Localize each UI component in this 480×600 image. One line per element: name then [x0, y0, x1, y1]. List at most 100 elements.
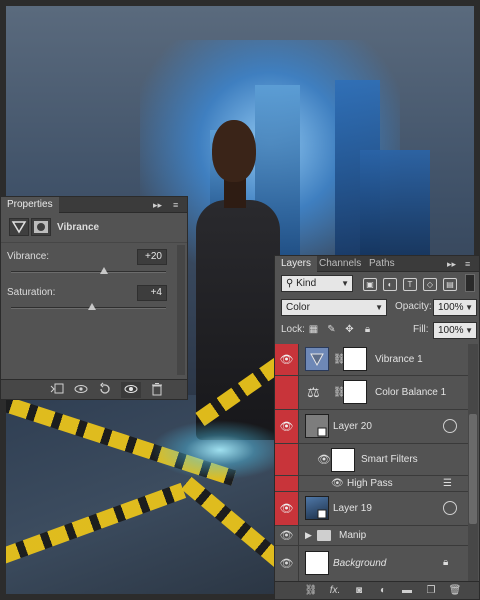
collapse-panel-icon[interactable]: ▸▸ [447, 256, 456, 272]
layer-mask-icon[interactable] [31, 218, 51, 236]
folder-icon [317, 530, 331, 541]
lock-all-icon[interactable]: 🔒︎ [361, 323, 374, 336]
lock-position-icon[interactable]: ✥ [343, 323, 356, 336]
layer-name: Smart Filters [361, 454, 418, 465]
layer-row-color-balance[interactable]: ⚖︎ ⛓︎ Color Balance 1 [275, 376, 469, 410]
layer-row-vibrance[interactable]: 👁︎ ⛓︎ Vibrance 1 [275, 344, 469, 376]
search-icon: ⚲ [286, 278, 297, 289]
eye-icon[interactable]: 👁︎ [275, 344, 299, 375]
saturation-label: Saturation: [7, 287, 56, 298]
lock-label: Lock: [281, 324, 305, 335]
chevron-down-icon: ▼ [375, 303, 383, 312]
layer-row-high-pass[interactable]: 👁︎ High Pass ☰ [275, 476, 469, 492]
tab-channels[interactable]: Channels [313, 256, 367, 272]
toggle-visibility-icon[interactable] [121, 382, 141, 398]
shape-filter-icon[interactable]: ◇ [423, 278, 437, 291]
clip-to-layer-icon[interactable] [47, 382, 67, 398]
adjustment-header: Vibrance [1, 213, 187, 243]
eye-icon[interactable]: 👁︎ [275, 546, 299, 581]
eye-icon[interactable]: 👁︎ [275, 492, 299, 525]
filter-mask-thumbnail[interactable] [331, 448, 355, 472]
layers-footer: ⛓︎ fx. ◙ ◐ ▬ ❐ 🗑︎ [275, 581, 479, 599]
reset-icon[interactable] [95, 382, 115, 398]
chevron-down-icon: ▼ [341, 279, 349, 288]
layer-row-layer-20[interactable]: 👁︎ Layer 20 [275, 410, 469, 444]
layer-row-layer-19[interactable]: 👁︎ Layer 19 [275, 492, 469, 526]
visibility-cell[interactable] [275, 376, 299, 409]
type-filter-icon[interactable]: T [403, 278, 417, 291]
blend-mode-value: Color [286, 302, 310, 313]
panel-menu-icon[interactable]: ≡ [465, 256, 470, 272]
mask-icon[interactable]: ◙ [349, 583, 369, 599]
expand-arrow-icon[interactable]: ▶ [305, 530, 312, 541]
fill-field[interactable]: 100% ▼ [433, 322, 477, 339]
vibrance-value-field[interactable]: +20 [137, 249, 167, 265]
tab-properties[interactable]: Properties [1, 197, 59, 213]
lock-image-pixels-icon[interactable]: ✎ [325, 323, 338, 336]
layer-filter-kind-select[interactable]: ⚲ Kind ▼ [281, 275, 353, 292]
saturation-slider-thumb[interactable] [87, 303, 96, 310]
background-thumbnail [305, 551, 329, 575]
filter-blending-options-icon[interactable]: ☰ [443, 478, 452, 489]
chevron-down-icon: ▼ [465, 326, 473, 335]
pixel-filter-icon[interactable]: ▣ [363, 278, 377, 291]
link-icon[interactable]: ⛓︎ [301, 583, 321, 599]
layer-row-background[interactable]: 👁︎ Background 🔒︎ [275, 546, 469, 582]
fx-icon[interactable]: fx. [325, 583, 345, 599]
smart-object-filter-icon[interactable]: ▤ [443, 278, 457, 291]
layers-panel: Layers Channels Paths ▸▸ ≡ ⚲ Kind ▼ ▣ ◐ … [274, 255, 480, 600]
layers-scrollbar[interactable] [468, 344, 478, 584]
layer-name: Background [333, 558, 387, 569]
layers-tabbar: Layers Channels Paths ▸▸ ≡ [275, 256, 479, 272]
opacity-value: 100% [438, 302, 464, 313]
trash-icon[interactable]: 🗑︎ [445, 583, 465, 599]
layer-name: Layer 19 [333, 503, 372, 514]
blend-mode-select[interactable]: Color ▼ [281, 299, 387, 316]
opacity-field[interactable]: 100% ▼ [433, 299, 477, 316]
new-layer-icon[interactable]: ❐ [421, 583, 441, 599]
opacity-label: Opacity: [395, 301, 432, 312]
layer-mask-thumbnail[interactable] [343, 380, 367, 404]
adjustment-icon[interactable]: ◐ [373, 583, 393, 599]
layers-scroll-thumb[interactable] [469, 414, 477, 524]
collapse-panel-icon[interactable]: ▸▸ [153, 197, 162, 213]
vibrance-label: Vibrance: [7, 251, 50, 262]
smart-object-thumbnail [305, 414, 329, 438]
eye-icon[interactable]: 👁︎ [275, 410, 299, 443]
view-previous-state-icon[interactable] [71, 382, 91, 398]
layer-name: Vibrance 1 [375, 354, 423, 365]
panel-menu-icon[interactable]: ≡ [173, 197, 178, 213]
adjustment-filter-icon[interactable]: ◐ [383, 278, 397, 291]
fill-label: Fill: [413, 324, 429, 335]
saturation-value-field[interactable]: +4 [137, 285, 167, 301]
folder-icon[interactable]: ▬ [397, 583, 417, 599]
tab-paths[interactable]: Paths [363, 256, 401, 272]
visibility-cell[interactable] [275, 444, 299, 475]
vibrance-slider-track[interactable] [11, 271, 166, 273]
smart-object-thumbnail [305, 496, 329, 520]
visibility-cell[interactable] [275, 476, 299, 491]
layer-name: Layer 20 [333, 421, 372, 432]
lock-icon: 🔒︎ [443, 557, 449, 568]
balance-scale-icon: ⚖︎ [307, 384, 320, 400]
properties-scrollbar[interactable] [177, 245, 185, 375]
vibrance-slider-thumb[interactable] [100, 267, 108, 274]
layer-row-smart-filters[interactable]: 👁︎ Smart Filters [275, 444, 469, 476]
smart-filter-badge-icon[interactable] [443, 501, 457, 515]
chevron-down-icon: ▼ [465, 303, 473, 312]
vibrance-thumbnail-icon [305, 347, 329, 371]
layer-name: Manip [339, 530, 367, 541]
trash-icon[interactable] [147, 382, 167, 398]
tab-layers[interactable]: Layers [275, 256, 318, 272]
filter-toggle-switch[interactable] [465, 274, 475, 292]
lock-transparency-icon[interactable]: ▦ [307, 323, 320, 336]
eye-icon[interactable]: 👁︎ [331, 478, 344, 489]
eye-icon[interactable]: 👁︎ [275, 526, 299, 545]
eye-icon[interactable]: 👁︎ [317, 453, 331, 466]
smart-filter-badge-icon[interactable] [443, 419, 457, 433]
layer-row-manip-group[interactable]: 👁︎ ▶ Manip [275, 526, 469, 546]
layer-name: High Pass [347, 478, 393, 489]
vibrance-adjustment-icon[interactable] [9, 218, 29, 236]
layer-mask-thumbnail[interactable] [343, 347, 367, 371]
properties-panel: Properties ▸▸ ≡ Vibrance Vibrance: +20 S… [0, 196, 188, 400]
